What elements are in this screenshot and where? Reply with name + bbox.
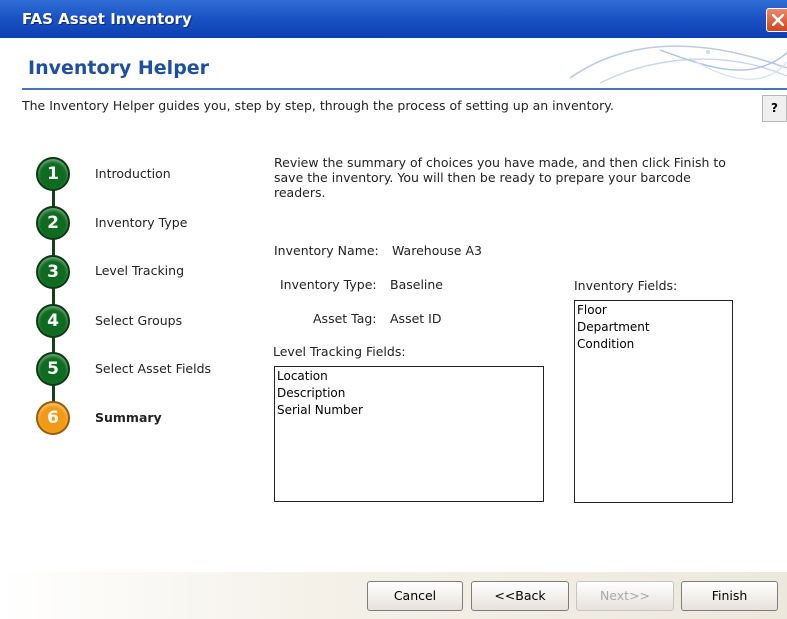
close-icon <box>772 14 784 26</box>
asset-tag-label: Asset Tag: <box>313 311 377 326</box>
asset-tag-value: Asset ID <box>390 311 442 326</box>
help-button[interactable]: ? <box>762 95 787 122</box>
list-item[interactable]: Department <box>577 319 730 336</box>
next-button[interactable]: Next>> <box>576 581 674 611</box>
list-item[interactable]: Location <box>277 368 541 385</box>
cancel-button[interactable]: Cancel <box>367 581 463 611</box>
page-title: Inventory Helper <box>28 57 210 79</box>
back-button[interactable]: <<Back <box>471 581 569 611</box>
step-5-icon: 5 <box>36 352 70 386</box>
inventory-type-label: Inventory Type: <box>280 277 377 292</box>
inventory-fields-label: Inventory Fields: <box>574 278 678 293</box>
close-button[interactable] <box>766 8 787 32</box>
inventory-name-value: Warehouse A3 <box>392 243 482 258</box>
list-item[interactable]: Condition <box>577 336 730 353</box>
level-tracking-fields-list[interactable]: Location Description Serial Number <box>274 366 544 502</box>
header-swoosh-graphic <box>569 45 787 84</box>
window-title: FAS Asset Inventory <box>22 10 192 28</box>
step-label-introduction: Introduction <box>95 166 171 181</box>
step-1-icon: 1 <box>36 157 70 191</box>
summary-description: Review the summary of choices you have m… <box>274 155 726 200</box>
step-label-inventory-type: Inventory Type <box>95 215 188 230</box>
inventory-name-label: Inventory Name: <box>274 243 379 258</box>
step-3-icon: 3 <box>36 255 70 289</box>
step-4-icon: 4 <box>36 304 70 338</box>
title-bar[interactable]: FAS Asset Inventory <box>0 0 787 38</box>
list-item[interactable]: Floor <box>577 302 730 319</box>
level-tracking-fields-label: Level Tracking Fields: <box>273 344 406 359</box>
step-6-icon: 6 <box>36 401 70 435</box>
intro-text: The Inventory Helper guides you, step by… <box>22 98 614 113</box>
step-label-select-asset-fields: Select Asset Fields <box>95 361 212 376</box>
finish-button[interactable]: Finish <box>681 581 778 611</box>
step-label-summary: Summary <box>95 410 162 425</box>
inventory-fields-list[interactable]: Floor Department Condition <box>574 300 733 503</box>
inventory-type-value: Baseline <box>390 277 443 292</box>
header-divider <box>22 88 787 90</box>
step-label-level-tracking: Level Tracking <box>95 263 185 278</box>
list-item[interactable]: Description <box>277 385 541 402</box>
step-label-select-groups: Select Groups <box>95 313 183 328</box>
step-2-icon: 2 <box>36 206 70 240</box>
list-item[interactable]: Serial Number <box>277 402 541 419</box>
wizard-window: FAS Asset Inventory Inventory Helper The… <box>0 0 787 619</box>
